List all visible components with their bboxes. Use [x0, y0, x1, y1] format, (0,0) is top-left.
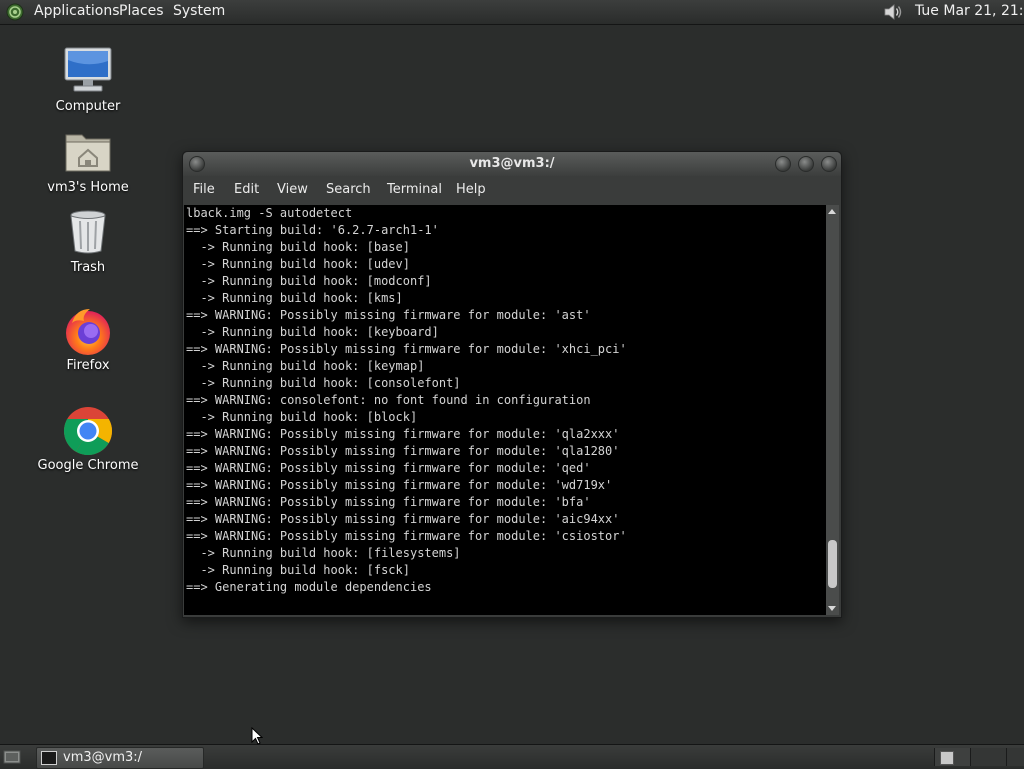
taskbar-terminal-button[interactable]: vm3@vm3:/ [36, 747, 204, 769]
menu-file[interactable]: File [193, 182, 215, 197]
show-desktop-icon[interactable] [3, 749, 21, 765]
desktop-icon-label: Computer [55, 99, 121, 114]
mate-logo-icon[interactable] [6, 3, 24, 21]
terminal-line: -> Running build hook: [block] [186, 410, 418, 424]
maximize-button[interactable] [798, 156, 814, 172]
scroll-down-arrow-icon[interactable] [828, 606, 836, 611]
desktop-icon-chrome[interactable]: Google Chrome [28, 405, 148, 473]
terminal-window[interactable]: vm3@vm3:/ File Edit View Search Terminal… [182, 151, 842, 618]
terminal-line: ==> WARNING: Possibly missing firmware f… [186, 427, 620, 441]
mouse-pointer-icon [251, 727, 263, 745]
terminal-line: -> Running build hook: [keymap] [186, 359, 425, 373]
scrollbar-thumb[interactable] [828, 540, 837, 588]
desktop-icon-firefox[interactable]: Firefox [28, 305, 148, 373]
desktop-icon-label: Firefox [66, 358, 110, 373]
desktop-icon-trash[interactable]: Trash [28, 207, 148, 275]
terminal-line: ==> WARNING: Possibly missing firmware f… [186, 461, 591, 475]
menu-terminal[interactable]: Terminal [387, 182, 442, 197]
firefox-icon [66, 309, 110, 355]
window-titlebar[interactable]: vm3@vm3:/ [183, 152, 841, 176]
workspace-3[interactable] [1006, 748, 1024, 766]
terminal-line: -> Running build hook: [modconf] [186, 274, 432, 288]
places-menu[interactable]: Places [119, 3, 164, 19]
terminal-line: ==> Generating module dependencies [186, 580, 432, 594]
chrome-icon [63, 407, 113, 456]
terminal-line: ==> WARNING: Possibly missing firmware f… [186, 495, 591, 509]
terminal-line: ==> WARNING: consolefont: no font found … [186, 393, 591, 407]
terminal-line: -> Running build hook: [filesystems] [186, 546, 461, 560]
terminal-output[interactable]: lback.img -S autodetect ==> Starting buil… [184, 205, 826, 615]
menu-edit[interactable]: Edit [234, 182, 259, 197]
terminal-line: ==> WARNING: Possibly missing firmware f… [186, 512, 620, 526]
terminal-line: ==> Starting build: '6.2.7-arch1-1' [186, 223, 439, 237]
clock[interactable]: Tue Mar 21, 21:52 [915, 3, 1024, 19]
system-menu[interactable]: System [173, 3, 225, 19]
menu-view[interactable]: View [277, 182, 308, 197]
desktop-icon-label: vm3's Home [47, 180, 129, 195]
terminal-menubar: File Edit View Search Terminal Help [183, 176, 841, 204]
menu-help[interactable]: Help [456, 182, 486, 197]
trash-can-icon [70, 210, 106, 254]
terminal-icon [41, 751, 57, 765]
workspace-1[interactable] [934, 748, 971, 766]
bottom-panel: vm3@vm3:/ [0, 744, 1024, 769]
workspace-2[interactable] [970, 748, 1007, 766]
close-button[interactable] [821, 156, 837, 172]
terminal-line: -> Running build hook: [udev] [186, 257, 410, 271]
terminal-line: ==> WARNING: Possibly missing firmware f… [186, 308, 591, 322]
top-panel: Applications Places System Tue Mar 21, 2… [0, 0, 1024, 25]
minimize-button[interactable] [775, 156, 791, 172]
desktop-icon-computer[interactable]: Computer [28, 46, 148, 114]
home-folder-icon [65, 134, 111, 172]
terminal-line: ==> WARNING: Possibly missing firmware f… [186, 478, 613, 492]
desktop-icon-home[interactable]: vm3's Home [28, 127, 148, 195]
desktop-icon-label: Trash [70, 260, 106, 275]
terminal-line: -> Running build hook: [kms] [186, 291, 403, 305]
window-title: vm3@vm3:/ [469, 156, 555, 171]
terminal-line: ==> WARNING: Possibly missing firmware f… [186, 444, 620, 458]
scroll-up-arrow-icon[interactable] [828, 209, 836, 214]
desktop-icon-label: Google Chrome [37, 458, 139, 473]
terminal-line: -> Running build hook: [fsck] [186, 563, 410, 577]
computer-monitor-icon [64, 47, 112, 92]
menu-search[interactable]: Search [326, 182, 371, 197]
applications-menu[interactable]: Applications [34, 3, 120, 19]
terminal-line: -> Running build hook: [base] [186, 240, 410, 254]
terminal-line: -> Running build hook: [consolefont] [186, 376, 461, 390]
terminal-line: ==> WARNING: Possibly missing firmware f… [186, 342, 627, 356]
speaker-volume-icon[interactable] [882, 2, 904, 22]
terminal-line: ==> WARNING: Possibly missing firmware f… [186, 529, 627, 543]
task-label: vm3@vm3:/ [63, 750, 143, 765]
terminal-scrollbar[interactable] [826, 205, 839, 615]
terminal-line: lback.img -S autodetect [186, 206, 353, 220]
workspace-window-thumb [940, 751, 954, 765]
terminal-line: -> Running build hook: [keyboard] [186, 325, 439, 339]
